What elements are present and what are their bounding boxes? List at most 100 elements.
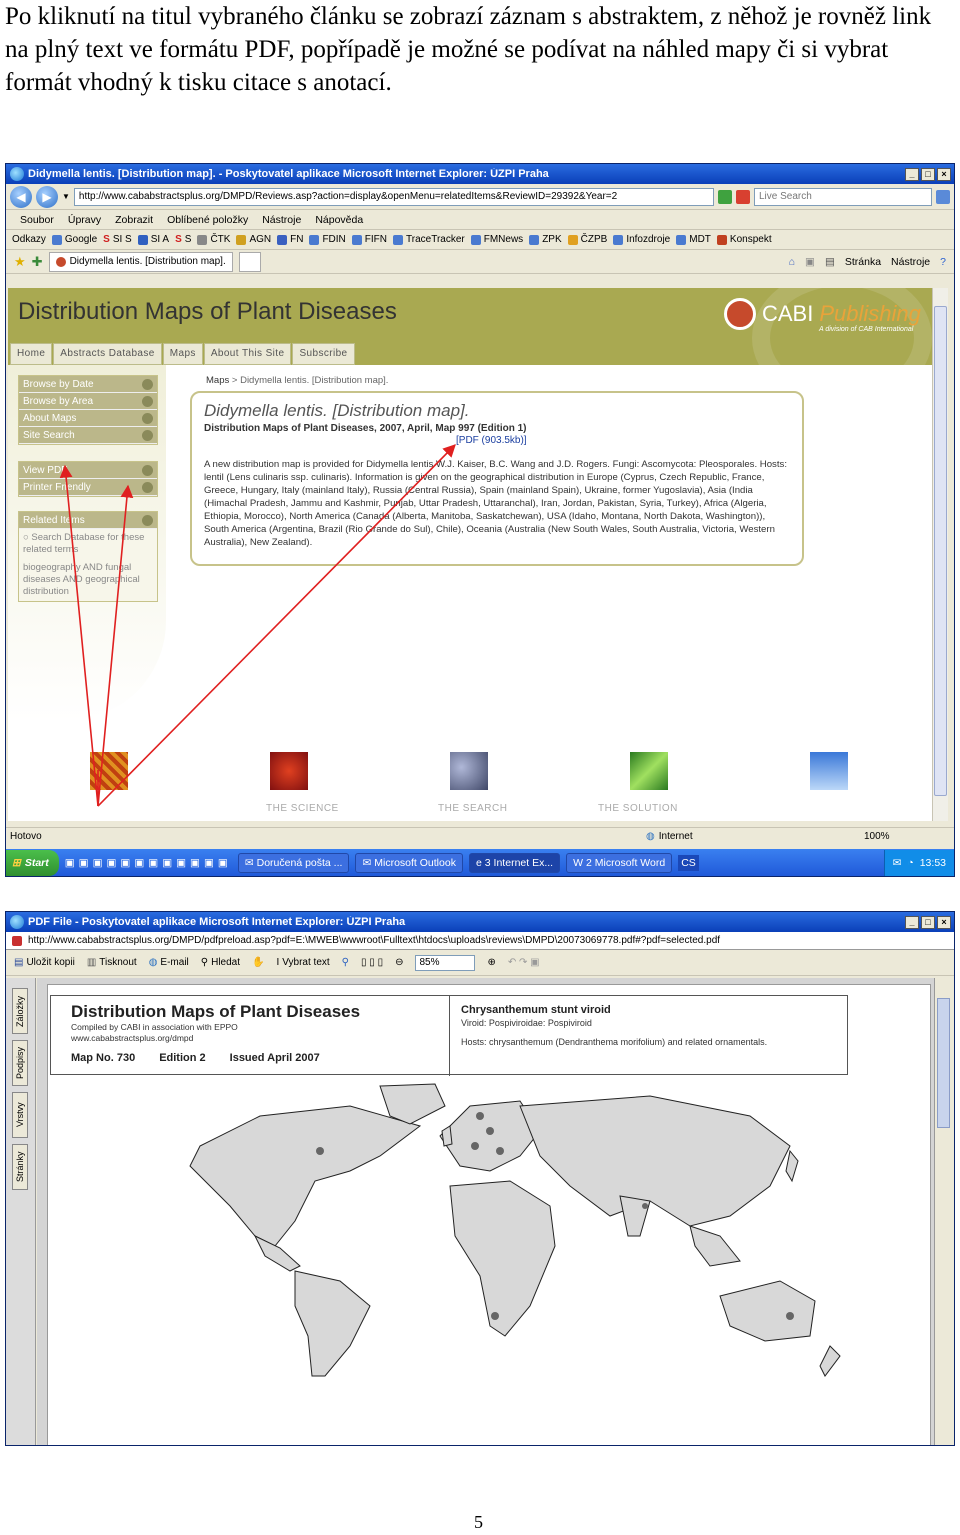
nav-home[interactable]: Home — [10, 343, 53, 365]
hand-tool[interactable]: ✋ — [252, 957, 264, 968]
maximize-button[interactable]: □ — [921, 167, 935, 181]
zoom-level[interactable]: 100% — [864, 831, 890, 842]
minimize-button[interactable]: _ — [905, 915, 919, 929]
link-s[interactable]: SS — [175, 234, 191, 245]
new-tab[interactable] — [238, 251, 261, 272]
task-outlook[interactable]: ✉ Microsoft Outlook — [355, 853, 463, 873]
link-czpb[interactable]: ČZPB — [567, 234, 607, 245]
menu-oblibene[interactable]: Oblíbené položky — [167, 214, 248, 226]
view-pdf-link[interactable]: View PDF — [19, 462, 157, 479]
link-fifn[interactable]: FIFN — [351, 234, 387, 245]
maximize-button[interactable]: □ — [921, 915, 935, 929]
start-button[interactable]: ⊞ Start — [6, 850, 59, 876]
task-inbox[interactable]: ✉ Doručená pošta ... — [237, 853, 350, 873]
sidebar-browse: Browse by Date Browse by Area About Maps… — [18, 375, 158, 445]
printer-friendly-link[interactable]: Printer Friendly — [19, 479, 157, 496]
science-left-image[interactable] — [90, 752, 128, 790]
zoom-out-button[interactable]: ⊖ — [395, 957, 403, 968]
link-mdt[interactable]: MDT — [676, 234, 711, 245]
related-search-option[interactable]: ○ Search Database for these related term… — [19, 529, 157, 559]
mail-icon[interactable]: ✉ — [893, 857, 902, 869]
select-text-tool[interactable]: I Vybrat text — [276, 957, 329, 968]
scroll-thumb[interactable] — [937, 998, 950, 1128]
link-ctk[interactable]: ČTK — [197, 234, 230, 245]
address-bar[interactable]: http://www.cababstractsplus.org/DMPD/Rev… — [73, 187, 714, 206]
related-terms[interactable]: biogeography AND fungal diseases AND geo… — [19, 559, 157, 601]
plus-icon: ⊕ — [487, 957, 496, 968]
tab-didymella[interactable]: Didymella lentis. [Distribution map]. — [48, 251, 233, 272]
scroll-thumb[interactable] — [934, 306, 947, 796]
language-indicator[interactable]: CS — [678, 855, 699, 871]
menu-nastroje[interactable]: Nástroje — [262, 214, 301, 226]
vertical-scrollbar[interactable] — [932, 288, 948, 821]
save-copy-button[interactable]: ▤ Uložit kopii — [14, 957, 75, 968]
print-icon[interactable]: ▤ — [825, 256, 835, 268]
link-zpk[interactable]: ZPK — [529, 234, 562, 245]
solution-image[interactable] — [630, 752, 668, 790]
tab-pages[interactable]: Stránky — [12, 1144, 28, 1190]
search-image[interactable] — [450, 752, 488, 790]
cabi-logo[interactable]: CABI Publishing A division of CAB Intern… — [724, 298, 921, 333]
pdf-vertical-scrollbar[interactable] — [934, 978, 952, 1445]
sky-image[interactable] — [810, 752, 848, 790]
zoom-in-tool[interactable]: ⚲ — [342, 957, 349, 968]
zoom-field[interactable]: 85% — [415, 954, 476, 971]
link-sis[interactable]: S SI S — [103, 234, 132, 245]
zoom-in-button[interactable]: ⊕ — [487, 957, 495, 968]
page-menu[interactable]: Stránka — [845, 256, 881, 268]
quick-launch-icons[interactable]: ▣▣▣▣▣▣▣▣▣▣▣▣ — [65, 857, 232, 869]
find-button[interactable]: ⚲ Hledat — [201, 957, 240, 968]
live-search-input[interactable]: Live Search — [754, 187, 932, 206]
sidebar-about-maps[interactable]: About Maps — [19, 410, 157, 427]
close-button[interactable]: × — [937, 915, 951, 929]
menu-napoveda[interactable]: Nápověda — [315, 214, 363, 226]
link-fn[interactable]: FN — [277, 234, 303, 245]
tools-menu[interactable]: Nástroje — [891, 256, 930, 268]
rotate-tools[interactable]: ↶ ↷ ▣ — [508, 957, 540, 968]
forward-icon[interactable]: ▶ — [36, 185, 58, 208]
link-google[interactable]: Google — [51, 234, 97, 245]
favorites-star-icon[interactable]: ★ — [14, 254, 26, 270]
link-infozdroje[interactable]: Infozdroje — [613, 234, 670, 245]
link-fdin[interactable]: FDIN — [309, 234, 346, 245]
breadcrumb-maps[interactable]: Maps — [206, 375, 229, 386]
email-button[interactable]: ◍ E-mail — [149, 957, 189, 968]
nav-maps[interactable]: Maps — [162, 343, 203, 365]
print-button[interactable]: ▥ Tisknout — [87, 957, 137, 968]
tab-layers[interactable]: Vrstvy — [12, 1092, 28, 1138]
pdf-address-bar[interactable]: http://www.cababstractsplus.org/DMPD/pdf… — [6, 932, 954, 950]
tab-signatures[interactable]: Podpisy — [12, 1040, 28, 1086]
menu-soubor[interactable]: Soubor — [20, 214, 54, 226]
stop-icon[interactable] — [736, 189, 750, 204]
help-icon[interactable]: ? — [940, 256, 946, 268]
close-button[interactable]: × — [937, 167, 951, 181]
link-fmnews[interactable]: FMNews — [470, 234, 523, 245]
nav-abstracts-database[interactable]: Abstracts Database — [53, 343, 162, 365]
link-tracetracker[interactable]: TraceTracker — [393, 234, 465, 245]
sidebar-site-search[interactable]: Site Search — [19, 427, 157, 444]
link-sia[interactable]: SI A — [137, 234, 169, 245]
sidebar-browse-date[interactable]: Browse by Date — [19, 376, 157, 393]
rss-icon[interactable]: ▣ — [805, 256, 815, 268]
link-konspekt[interactable]: Konspekt — [716, 234, 772, 245]
back-icon[interactable]: ◀ — [10, 185, 32, 208]
add-favorite-icon[interactable]: ✚ — [32, 254, 43, 270]
volume-icon[interactable]: ◔ — [907, 857, 913, 869]
minimize-button[interactable]: _ — [905, 167, 919, 181]
tab-bookmarks[interactable]: Záložky — [12, 988, 28, 1034]
go-icon[interactable] — [718, 189, 732, 204]
sidebar-browse-area[interactable]: Browse by Area — [19, 393, 157, 410]
home-icon[interactable]: ⌂ — [789, 256, 795, 268]
dropdown-icon[interactable]: ▼ — [62, 192, 70, 201]
menu-upravy[interactable]: Úpravy — [68, 214, 101, 226]
task-internet-explorer[interactable]: e3 Internet Ex... — [468, 853, 561, 873]
nav-about[interactable]: About This Site — [203, 343, 292, 365]
nav-subscribe[interactable]: Subscribe — [292, 343, 355, 365]
pdf-link[interactable]: [PDF (903.5kb)] — [456, 435, 790, 446]
search-icon[interactable] — [936, 189, 950, 204]
menu-zobrazit[interactable]: Zobrazit — [115, 214, 153, 226]
fit-page-tools[interactable]: ▯ ▯ ▯ — [361, 957, 383, 968]
science-image[interactable] — [270, 752, 308, 790]
link-agn[interactable]: AGN — [236, 234, 271, 245]
task-word[interactable]: W2 Microsoft Word — [566, 853, 673, 873]
